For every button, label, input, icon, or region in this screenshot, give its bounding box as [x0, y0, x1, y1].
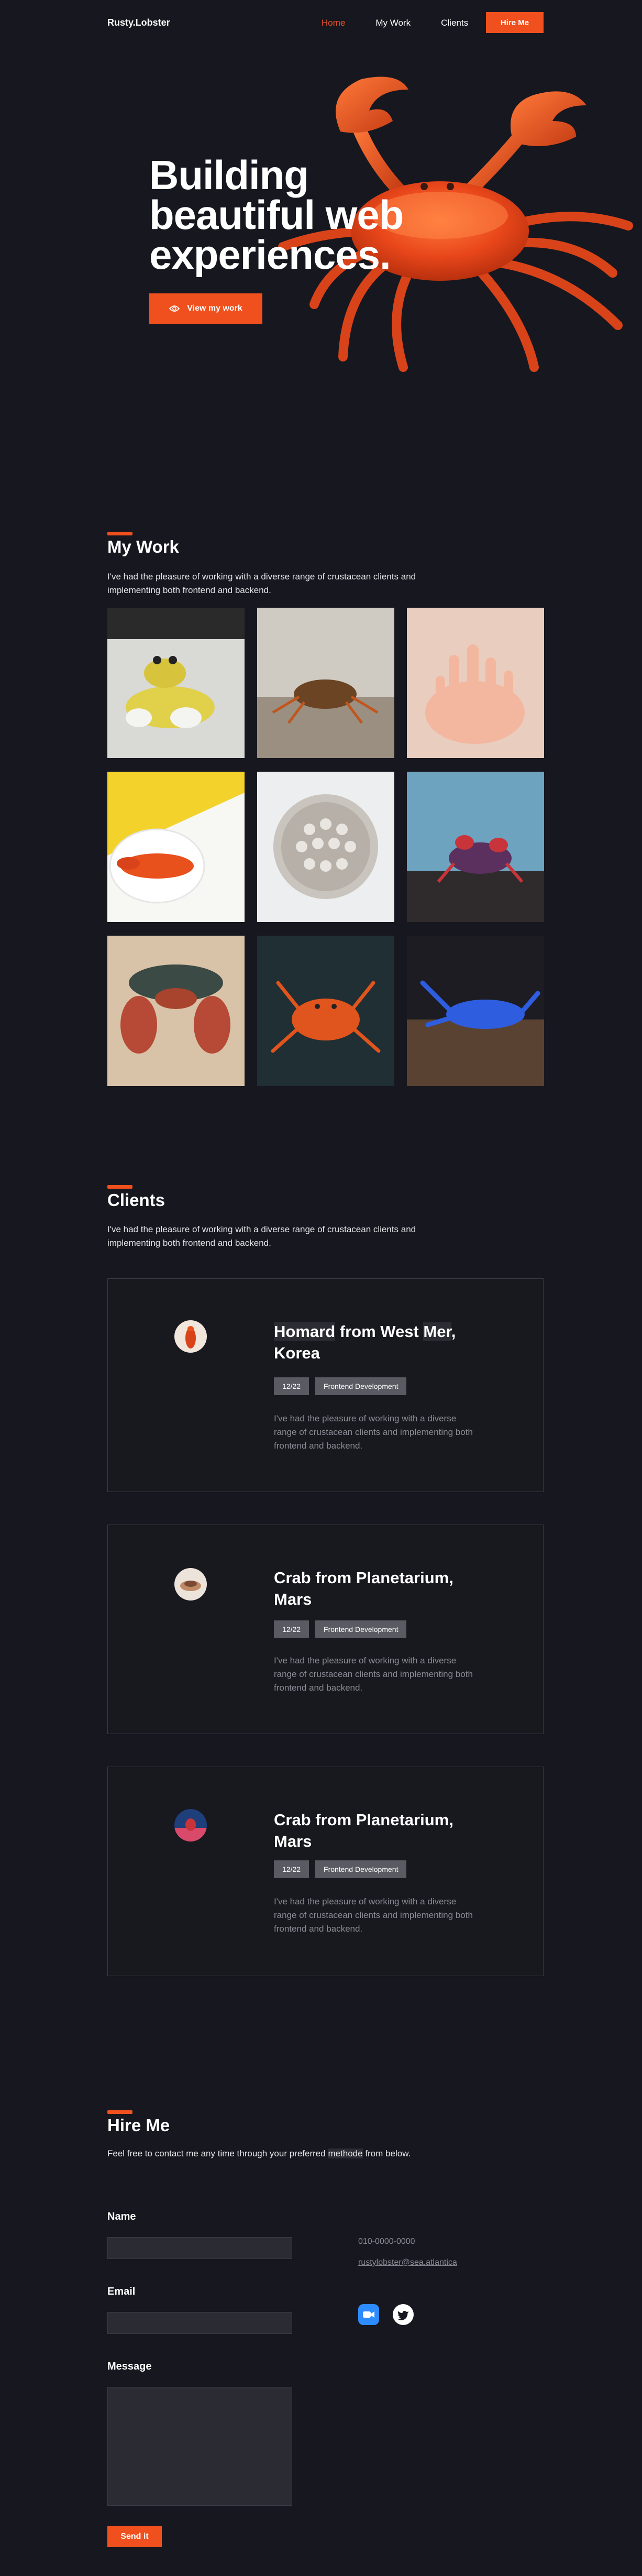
client-title-line: Crab from Planetarium, [274, 1569, 453, 1587]
view-my-work-label: View my work [187, 304, 242, 313]
client-card: Crab from Planetarium, Mars 12/22 Fronten… [107, 1525, 544, 1734]
client-card-title: Crab from Planetarium, Mars [274, 1567, 483, 1610]
client-avatar [174, 1320, 207, 1353]
clients-description: I've had the pleasure of working with a … [107, 1224, 416, 1248]
email-label: Email [107, 2286, 136, 2297]
hire-description-highlight: methode [328, 2149, 363, 2158]
work-gallery [107, 608, 545, 1086]
hero-title-line: experiences. [149, 232, 391, 278]
hero-title: Building beautiful web experiences. [149, 155, 442, 275]
hire-me-description: Feel free to contact me any time through… [107, 2147, 579, 2161]
client-avatar [174, 1809, 207, 1841]
nav-link-my-work[interactable]: My Work [375, 18, 411, 28]
hire-me-title: Hire Me [107, 2115, 170, 2135]
top-navigation: Rusty.Lobster Home My Work Clients Hire … [0, 0, 642, 45]
work-tile-urchin-shell[interactable] [257, 772, 394, 922]
twitter-icon[interactable] [393, 2304, 414, 2325]
section-accent-bar [107, 532, 132, 535]
client-tags: 12/22 Frontend Development [274, 1377, 407, 1395]
work-tile-blue-crayfish[interactable] [407, 936, 544, 1086]
my-work-title: My Work [107, 537, 179, 556]
send-button[interactable]: Send it [107, 2526, 162, 2547]
client-card-description: I've had the pleasure of working with a … [274, 1656, 473, 1693]
client-card: Crab from Planetarium, Mars 12/22 Fronten… [107, 1767, 544, 1976]
hire-me-button[interactable]: Hire Me [486, 12, 544, 33]
client-tags: 12/22 Frontend Development [274, 1620, 407, 1638]
hire-description-text: from below. [362, 2149, 411, 2158]
hire-description-text: Feel free to contact me any time through… [107, 2149, 328, 2158]
name-input[interactable] [107, 2237, 292, 2259]
client-card-title: Crab from Planetarium, Mars [274, 1809, 483, 1852]
section-accent-bar [107, 2110, 132, 2114]
client-title-part: from West [335, 1322, 424, 1341]
work-tile-lobster-plate[interactable] [107, 772, 245, 922]
nav-link-home[interactable]: Home [322, 18, 345, 28]
client-avatar [174, 1568, 207, 1601]
client-card-description: I've had the pleasure of working with a … [274, 1897, 473, 1934]
clients-title: Clients [107, 1190, 165, 1210]
message-textarea[interactable] [107, 2387, 292, 2506]
client-title-line: Mars [274, 1590, 312, 1608]
my-work-description: I've had the pleasure of working with a … [107, 572, 416, 595]
nav-links: Home My Work Clients [322, 18, 499, 28]
hero-section: Building beautiful web experiences. View… [0, 45, 642, 412]
phone-number: 010-0000-0000 [358, 2237, 415, 2246]
client-title-part: Homard [274, 1322, 336, 1341]
client-title-line: Crab from Planetarium, [274, 1811, 453, 1829]
work-tile-brown-crab[interactable] [257, 608, 394, 758]
role-tag: Frontend Development [315, 1860, 407, 1878]
email-link[interactable]: rustylobster@sea.atlantica [358, 2258, 457, 2267]
role-tag: Frontend Development [315, 1620, 407, 1638]
client-title-part: Mer [423, 1322, 451, 1341]
client-tags: 12/22 Frontend Development [274, 1860, 407, 1878]
client-card-description: I've had the pleasure of working with a … [274, 1413, 473, 1451]
date-tag: 12/22 [274, 1377, 309, 1395]
work-tile-yellow-crab[interactable] [107, 608, 245, 758]
date-tag: 12/22 [274, 1860, 309, 1878]
client-title-part: Korea [274, 1344, 320, 1362]
message-label: Message [107, 2361, 152, 2372]
name-label: Name [107, 2211, 136, 2222]
section-accent-bar [107, 1185, 132, 1189]
work-tile-coral[interactable] [407, 608, 544, 758]
brand-logo[interactable]: Rusty.Lobster [107, 17, 170, 28]
client-title-part: , [451, 1322, 456, 1341]
hero-title-line: beautiful web [149, 192, 404, 238]
view-my-work-button[interactable]: View my work [149, 293, 262, 324]
client-card-title: Homard from West Mer, Korea [274, 1321, 483, 1364]
client-title-line: Mars [274, 1832, 312, 1850]
email-input[interactable] [107, 2312, 292, 2334]
work-tile-red-crab[interactable] [107, 936, 245, 1086]
eye-icon [169, 305, 180, 312]
client-card: Homard from West Mer, Korea 12/22 Fronten… [107, 1278, 544, 1492]
role-tag: Frontend Development [315, 1377, 407, 1395]
hero-title-line: Building [149, 152, 309, 198]
zoom-icon[interactable] [358, 2304, 379, 2325]
date-tag: 12/22 [274, 1620, 309, 1638]
work-tile-orange-crab-dark[interactable] [257, 936, 394, 1086]
nav-link-clients[interactable]: Clients [441, 18, 468, 28]
work-tile-purple-crab[interactable] [407, 772, 544, 922]
